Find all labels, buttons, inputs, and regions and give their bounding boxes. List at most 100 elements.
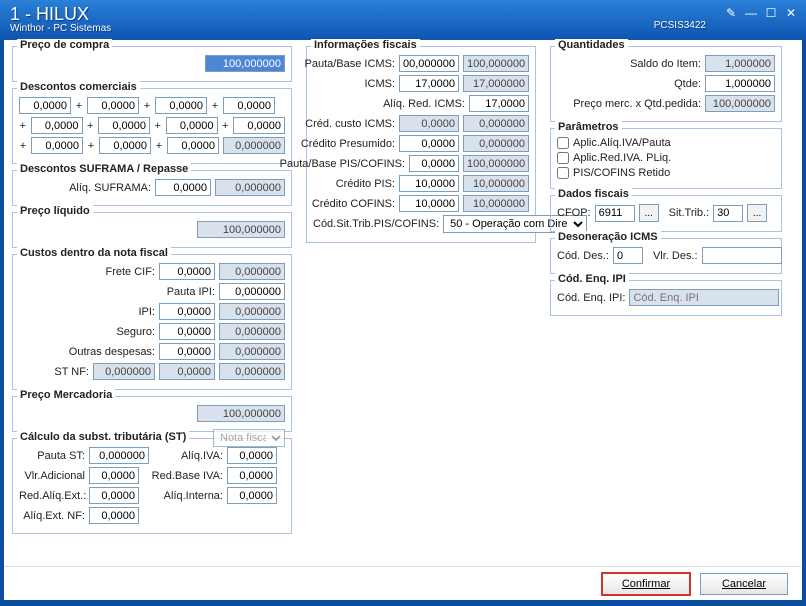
ro-saldo-item [705, 55, 775, 72]
ro-cred-custo-2 [463, 115, 529, 132]
input-cfop[interactable] [595, 205, 635, 222]
grupo-descontos-comerciais: Descontos comerciais + + + + + + + + + [12, 88, 292, 164]
grupo-cod-enq-ipi: Cód. Enq. IPI Cód. Enq. IPI: [550, 280, 782, 316]
input-aliq-ext-nf[interactable] [89, 507, 139, 524]
input-pauta-ipi[interactable] [219, 283, 285, 300]
input-outras[interactable] [159, 343, 215, 360]
grupo-dados-fiscais: Dados fiscais CFOP: ... Sit.Trib.: ... [550, 195, 782, 232]
input-red-aliq-ext[interactable] [89, 487, 139, 504]
grupo-st: Cálculo da subst. tributária (ST) Nota f… [12, 438, 292, 534]
dc-r1-3[interactable] [155, 97, 207, 114]
dc-r2-1[interactable] [31, 117, 83, 134]
input-cod-des[interactable] [613, 247, 643, 264]
lbl-red-aliq-ext: Red.Alíq.Ext.: [19, 490, 85, 502]
grupo-custos-nf: Custos dentro da nota fiscal Frete CIF: … [12, 254, 292, 390]
maximize-icon[interactable]: ☐ [764, 6, 778, 20]
input-red-base-iva[interactable] [227, 467, 277, 484]
ro-seguro [219, 323, 285, 340]
lbl-pauta-st: Pauta ST: [19, 450, 85, 462]
ro-pauta-base-icms [463, 55, 529, 72]
lbl-vlr-des: Vlr. Des.: [653, 250, 698, 262]
chk-aplic-red-iva[interactable]: Aplic.Red.IVA. PLiq. [557, 152, 775, 164]
legend-info-fiscais: Informações fiscais [311, 39, 420, 51]
dc-r2-3[interactable] [166, 117, 218, 134]
input-qtde[interactable] [705, 75, 775, 92]
input-credito-cofins[interactable] [399, 195, 459, 212]
ro-suframa [215, 179, 285, 196]
lbl-cred-presumido: Crédito Presumido: [301, 138, 395, 150]
legend-desc-comerciais: Descontos comerciais [17, 81, 140, 93]
confirm-button[interactable]: Confirmar [602, 573, 690, 595]
edit-icon[interactable]: ✎ [724, 6, 738, 20]
input-aliq-iva[interactable] [227, 447, 277, 464]
lbl-cod-enq-ipi: Cód. Enq. IPI: [557, 292, 625, 304]
window-code: PCSIS3422 [654, 20, 706, 31]
input-suframa[interactable] [155, 179, 211, 196]
grupo-info-fiscais: Informações fiscais Pauta/Base ICMS: ICM… [306, 46, 536, 243]
btn-lookup-cfop[interactable]: ... [639, 204, 659, 222]
input-sit-trib[interactable] [713, 205, 743, 222]
ro-stnf-b [159, 363, 215, 380]
input-cod-enq-ipi[interactable] [629, 289, 779, 306]
input-aliq-red-icms[interactable] [469, 95, 529, 112]
ro-cred-custo-1 [399, 115, 459, 132]
input-vlr-adic[interactable] [89, 467, 139, 484]
legend-quantidades: Quantidades [555, 39, 628, 51]
chk-aplic-aliq-iva[interactable]: Aplic.Alíq.IVA/Pauta [557, 137, 775, 149]
legend-custos-nf: Custos dentro da nota fiscal [17, 247, 171, 259]
legend-preco-compra: Preço de compra [17, 39, 112, 51]
lbl-seguro: Seguro: [55, 326, 155, 338]
cancel-button[interactable]: Cancelar [700, 573, 788, 595]
input-pauta-st[interactable] [89, 447, 149, 464]
lbl-saldo-item: Saldo do Item: [630, 58, 701, 70]
ro-frete-cif [219, 263, 285, 280]
lbl-stnf: ST NF: [49, 366, 89, 378]
lbl-suframa: Alíq. SUFRAMA: [69, 182, 151, 194]
input-ipi[interactable] [159, 303, 215, 320]
input-preco-compra[interactable] [205, 55, 285, 72]
lbl-cfop: CFOP: [557, 207, 591, 219]
legend-desoneracao: Desoneração ICMS [555, 231, 661, 243]
input-icms[interactable] [399, 75, 459, 92]
input-pauta-pis[interactable] [409, 155, 459, 172]
grupo-preco-mercadoria: Preço Mercadoria [12, 396, 292, 432]
lbl-aliq-interna: Alíq.Interna: [143, 490, 223, 502]
ro-outras [219, 343, 285, 360]
input-cred-presumido[interactable] [399, 135, 459, 152]
select-nota-fiscal[interactable]: Nota fiscal [213, 429, 285, 447]
dc-r3-1[interactable] [31, 137, 83, 154]
input-vlr-des[interactable] [702, 247, 782, 264]
input-pauta-base-icms[interactable] [399, 55, 459, 72]
grupo-preco-liquido: Preço líquido [12, 212, 292, 248]
lbl-vlr-adic: Vlr.Adicional [19, 470, 85, 482]
legend-preco-merc: Preço Mercadoria [17, 389, 115, 401]
legend-dados-fiscais: Dados fiscais [555, 188, 632, 200]
dc-r1-2[interactable] [87, 97, 139, 114]
lbl-cred-custo-icms: Créd. custo ICMS: [305, 118, 395, 130]
input-seguro[interactable] [159, 323, 215, 340]
chk-pis-cofins-retido[interactable]: PIS/COFINS Retido [557, 167, 775, 179]
input-frete-cif[interactable] [159, 263, 215, 280]
lbl-ipi: IPI: [55, 306, 155, 318]
ro-ipi [219, 303, 285, 320]
grupo-preco-compra: Preço de compra [12, 46, 292, 82]
ro-credito-cofins [463, 195, 529, 212]
dc-r1-4[interactable] [223, 97, 275, 114]
dc-r2-4[interactable] [233, 117, 285, 134]
dc-r3-3[interactable] [167, 137, 219, 154]
input-credito-pis[interactable] [399, 175, 459, 192]
close-icon[interactable]: ✕ [784, 6, 798, 20]
dc-r2-2[interactable] [98, 117, 150, 134]
input-aliq-interna[interactable] [227, 487, 277, 504]
ro-preco-liq [197, 221, 285, 238]
lbl-sit-trib: Sit.Trib.: [669, 207, 710, 219]
lbl-pauta-ipi: Pauta IPI: [115, 286, 215, 298]
lbl-red-base-iva: Red.Base IVA: [143, 470, 223, 482]
minimize-icon[interactable]: — [744, 6, 758, 20]
lbl-pauta-pis: Pauta/Base PIS/COFINS: [280, 158, 405, 170]
dc-r1-1[interactable] [19, 97, 71, 114]
ro-stnf-c [219, 363, 285, 380]
lbl-cod-des: Cód. Des.: [557, 250, 609, 262]
btn-lookup-sit-trib[interactable]: ... [747, 204, 767, 222]
dc-r3-2[interactable] [99, 137, 151, 154]
